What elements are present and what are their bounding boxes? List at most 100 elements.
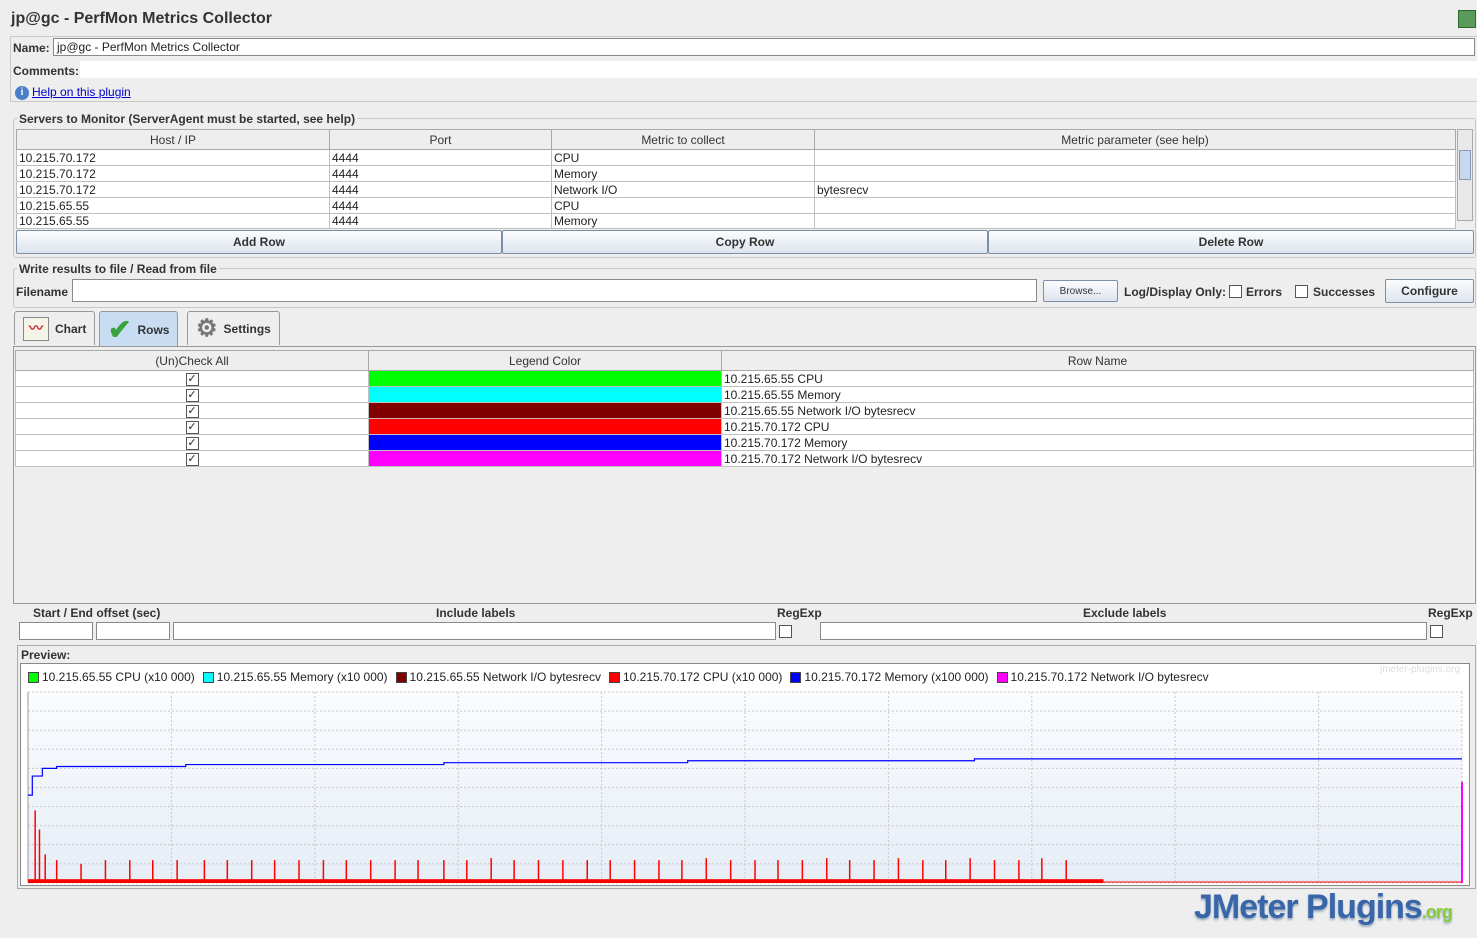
server-cell[interactable]: [814, 197, 1456, 214]
servers-table: Host / IP Port Metric to collect Metric par…: [16, 129, 1456, 229]
add-row-button[interactable]: Add Row: [16, 230, 502, 254]
exclude-regexp-checkbox[interactable]: [1430, 625, 1443, 638]
row-checkbox[interactable]: ✓: [185, 437, 199, 450]
col-check-all[interactable]: (Un)Check All: [15, 350, 369, 371]
end-offset-input[interactable]: [96, 622, 170, 640]
legend-color-swatch[interactable]: [368, 370, 722, 387]
col-metric[interactable]: Metric to collect: [551, 129, 815, 150]
tab-rows-label: Rows: [137, 322, 170, 337]
successes-checkbox[interactable]: [1295, 285, 1308, 298]
server-cell[interactable]: 10.215.70.172: [16, 149, 330, 166]
col-legend-color: Legend Color: [368, 350, 722, 371]
server-cell[interactable]: 4444: [329, 197, 552, 214]
row-checkbox-cell[interactable]: ✓: [15, 434, 369, 451]
row-item[interactable]: ✓ 10.215.65.55 Memory: [15, 386, 1474, 403]
row-checkbox[interactable]: ✓: [185, 373, 199, 386]
include-regexp-label: RegExp: [777, 606, 822, 620]
checkmark-icon: ✔: [108, 313, 132, 345]
help-link[interactable]: Help on this plugin: [32, 85, 131, 99]
tab-chart-label: Chart: [55, 321, 87, 336]
tab-rows[interactable]: ✔ Rows: [99, 311, 179, 347]
row-item[interactable]: ✓ 10.215.65.55 Network I/O bytesrecv: [15, 402, 1474, 419]
tab-chart[interactable]: 〰 Chart: [14, 311, 96, 345]
server-cell[interactable]: 4444: [329, 165, 552, 182]
server-cell[interactable]: Memory: [551, 213, 815, 229]
rows-table: (Un)Check All Legend Color Row Name ✓ 10.21…: [15, 350, 1474, 467]
start-offset-input[interactable]: [19, 622, 93, 640]
comments-input[interactable]: [80, 61, 1477, 78]
row-checkbox-cell[interactable]: ✓: [15, 386, 369, 403]
exclude-regexp-label: RegExp: [1428, 606, 1473, 620]
server-cell[interactable]: 10.215.70.172: [16, 181, 330, 198]
tab-settings[interactable]: ⚙ Settings: [187, 311, 280, 345]
exclude-labels-input[interactable]: [820, 622, 1427, 640]
col-param[interactable]: Metric parameter (see help): [814, 129, 1456, 150]
server-cell[interactable]: Memory: [551, 165, 815, 182]
row-checkbox-cell[interactable]: ✓: [15, 450, 369, 467]
exclude-label: Exclude labels: [1083, 606, 1167, 620]
series-cpu-baseline: [28, 879, 1104, 883]
row-checkbox[interactable]: ✓: [185, 453, 199, 466]
server-cell[interactable]: 4444: [329, 181, 552, 198]
col-host[interactable]: Host / IP: [16, 129, 330, 150]
row-item[interactable]: ✓ 10.215.70.172 Network I/O bytesrecv: [15, 450, 1474, 467]
legend-color-swatch[interactable]: [368, 402, 722, 419]
server-row[interactable]: 10.215.65.55 4444 Memory: [16, 213, 1456, 229]
row-checkbox-cell[interactable]: ✓: [15, 418, 369, 435]
col-port[interactable]: Port: [329, 129, 552, 150]
row-item[interactable]: ✓ 10.215.70.172 Memory: [15, 434, 1474, 451]
server-cell[interactable]: 10.215.70.172: [16, 165, 330, 182]
scroll-thumb[interactable]: [1459, 150, 1471, 180]
watermark: jmeter-plugins.org: [1380, 664, 1461, 675]
servers-scrollbar[interactable]: [1457, 129, 1473, 221]
server-row[interactable]: 10.215.70.172 4444 Network I/O bytesrecv: [16, 181, 1456, 198]
legend-color-swatch[interactable]: [368, 418, 722, 435]
tab-settings-label: Settings: [223, 321, 271, 336]
jmeter-plugins-logo: JMeter Plugins.org: [1194, 888, 1453, 926]
row-checkbox[interactable]: ✓: [185, 421, 199, 434]
server-row[interactable]: 10.215.70.172 4444 Memory: [16, 165, 1456, 182]
row-checkbox-cell[interactable]: ✓: [15, 402, 369, 419]
server-row[interactable]: 10.215.65.55 4444 CPU: [16, 197, 1456, 214]
info-icon: i: [15, 86, 29, 100]
server-cell[interactable]: bytesrecv: [814, 181, 1456, 198]
errors-checkbox[interactable]: [1229, 285, 1242, 298]
configure-button[interactable]: Configure: [1385, 279, 1474, 303]
gear-icon: ⚙: [196, 314, 218, 342]
name-input[interactable]: jp@gc - PerfMon Metrics Collector: [53, 38, 1475, 56]
legend-color-swatch[interactable]: [368, 434, 722, 451]
legend-color-swatch[interactable]: [368, 386, 722, 403]
row-item[interactable]: ✓ 10.215.65.55 CPU: [15, 370, 1474, 387]
server-cell[interactable]: 4444: [329, 213, 552, 229]
successes-label: Successes: [1313, 285, 1376, 299]
server-cell[interactable]: [814, 165, 1456, 182]
include-labels-input[interactable]: [173, 622, 776, 640]
row-name: 10.215.70.172 CPU: [721, 418, 1474, 435]
maximize-icon[interactable]: [1458, 10, 1476, 28]
server-cell[interactable]: [814, 149, 1456, 166]
server-cell[interactable]: 10.215.65.55: [16, 197, 330, 214]
server-cell[interactable]: [814, 213, 1456, 229]
row-item[interactable]: ✓ 10.215.70.172 CPU: [15, 418, 1474, 435]
server-cell[interactable]: 10.215.65.55: [16, 213, 330, 229]
copy-row-button[interactable]: Copy Row: [502, 230, 988, 254]
server-cell[interactable]: 4444: [329, 149, 552, 166]
filename-input[interactable]: [72, 279, 1037, 302]
row-name: 10.215.65.55 Network I/O bytesrecv: [721, 402, 1474, 419]
server-row[interactable]: 10.215.70.172 4444 CPU: [16, 149, 1456, 166]
browse-button[interactable]: Browse...: [1043, 280, 1118, 302]
legend-color-swatch[interactable]: [368, 450, 722, 467]
row-checkbox-cell[interactable]: ✓: [15, 370, 369, 387]
include-regexp-checkbox[interactable]: [779, 625, 792, 638]
server-cell[interactable]: Network I/O: [551, 181, 815, 198]
server-cell[interactable]: CPU: [551, 149, 815, 166]
row-checkbox[interactable]: ✓: [185, 405, 199, 418]
log-only-label: Log/Display Only:: [1124, 285, 1227, 299]
server-cell[interactable]: CPU: [551, 197, 815, 214]
col-row-name: Row Name: [721, 350, 1474, 371]
comments-label: Comments:: [13, 64, 80, 78]
delete-row-button[interactable]: Delete Row: [988, 230, 1474, 254]
errors-label: Errors: [1246, 285, 1283, 299]
preview-plot: [27, 691, 1463, 884]
row-checkbox[interactable]: ✓: [185, 389, 199, 402]
